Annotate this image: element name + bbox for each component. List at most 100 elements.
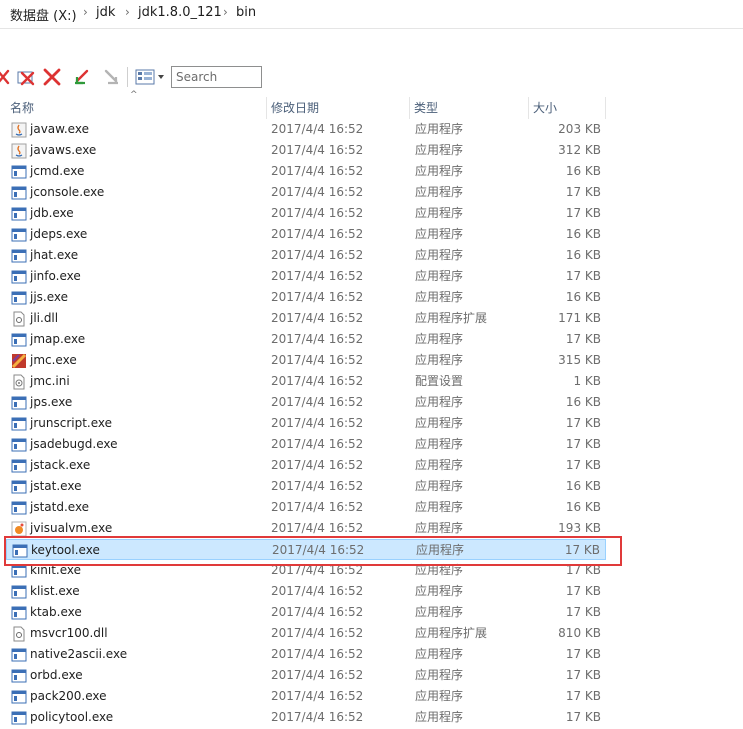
file-row[interactable]: jcmd.exe 2017/4/4 16:52 应用程序 16 KB (6, 161, 606, 182)
file-size: 16 KB (565, 479, 601, 493)
file-row[interactable]: jdb.exe 2017/4/4 16:52 应用程序 17 KB (6, 203, 606, 224)
file-date: 2017/4/4 16:52 (271, 311, 364, 325)
file-name: jps.exe (30, 395, 73, 409)
file-size: 17 KB (565, 437, 601, 451)
file-type: 应用程序扩展 (415, 311, 488, 325)
exe-icon (11, 269, 27, 285)
file-row-selected[interactable]: keytool.exe 2017/4/4 16:52 应用程序 17 KB (6, 539, 606, 560)
file-name: jstatd.exe (30, 500, 90, 514)
file-name: javaws.exe (30, 143, 97, 157)
file-row[interactable]: jmap.exe 2017/4/4 16:52 应用程序 17 KB (6, 329, 606, 350)
file-row[interactable]: native2ascii.exe 2017/4/4 16:52 应用程序 17 KB (6, 644, 606, 665)
file-size: 17 KB (565, 458, 601, 472)
undo-icon[interactable] (71, 66, 93, 88)
file-date: 2017/4/4 16:52 (271, 605, 364, 619)
file-row[interactable]: orbd.exe 2017/4/4 16:52 应用程序 17 KB (6, 665, 606, 686)
file-size: 17 KB (565, 332, 601, 346)
file-row[interactable]: msvcr100.dll 2017/4/4 16:52 应用程序扩展 810 KB (6, 623, 606, 644)
file-row[interactable]: jinfo.exe 2017/4/4 16:52 应用程序 17 KB (6, 266, 606, 287)
address-bar[interactable]: 数据盘 (X:) › jdk › jdk1.8.0_121 › bin (0, 0, 743, 29)
file-type: 应用程序 (416, 543, 465, 557)
column-header-type[interactable]: 类型 (410, 97, 528, 119)
file-size: 312 KB (558, 143, 601, 157)
exe-icon (11, 689, 27, 705)
file-date: 2017/4/4 16:52 (271, 248, 364, 262)
file-row[interactable]: jps.exe 2017/4/4 16:52 应用程序 16 KB (6, 392, 606, 413)
file-row[interactable]: jstatd.exe 2017/4/4 16:52 应用程序 16 KB (6, 497, 606, 518)
file-size: 17 KB (565, 269, 601, 283)
file-date: 2017/4/4 16:52 (271, 122, 364, 136)
file-type: 应用程序 (415, 584, 464, 598)
file-date: 2017/4/4 16:52 (271, 563, 364, 577)
file-type: 应用程序 (415, 164, 464, 178)
file-name: jrunscript.exe (30, 416, 113, 430)
file-size: 17 KB (565, 185, 601, 199)
file-size: 16 KB (565, 248, 601, 262)
file-row[interactable]: jjs.exe 2017/4/4 16:52 应用程序 16 KB (6, 287, 606, 308)
column-header-date[interactable]: 修改日期 (267, 97, 409, 119)
file-size: 17 KB (565, 206, 601, 220)
exe-icon (11, 185, 27, 201)
file-row[interactable]: jstack.exe 2017/4/4 16:52 应用程序 17 KB (6, 455, 606, 476)
java-icon (11, 143, 27, 159)
file-row[interactable]: jli.dll 2017/4/4 16:52 应用程序扩展 171 KB (6, 308, 606, 329)
file-size: 17 KB (565, 647, 601, 661)
file-name: jdeps.exe (30, 227, 88, 241)
column-header-size[interactable]: 大小 (529, 97, 605, 119)
file-name: pack200.exe (30, 689, 107, 703)
file-row[interactable]: jstat.exe 2017/4/4 16:52 应用程序 16 KB (6, 476, 606, 497)
file-row[interactable]: kinit.exe 2017/4/4 16:52 应用程序 17 KB (6, 560, 606, 581)
exe-icon (11, 206, 27, 222)
breadcrumb-separator: › (125, 5, 130, 19)
file-date: 2017/4/4 16:52 (271, 437, 364, 451)
file-row[interactable]: javaws.exe 2017/4/4 16:52 应用程序 312 KB (6, 140, 606, 161)
file-name: jmc.ini (30, 374, 70, 388)
breadcrumb-item-bin[interactable]: bin (236, 5, 256, 20)
file-name: jinfo.exe (30, 269, 81, 283)
file-row[interactable]: jsadebugd.exe 2017/4/4 16:52 应用程序 17 KB (6, 434, 606, 455)
file-size: 17 KB (565, 605, 601, 619)
file-type: 配置设置 (415, 374, 464, 388)
file-size: 193 KB (558, 521, 601, 535)
file-row[interactable]: jmc.ini 2017/4/4 16:52 配置设置 1 KB (6, 371, 606, 392)
file-date: 2017/4/4 16:52 (271, 395, 364, 409)
file-row[interactable]: jconsole.exe 2017/4/4 16:52 应用程序 17 KB (6, 182, 606, 203)
view-options-icon[interactable] (133, 66, 167, 88)
breadcrumb-item-drive[interactable]: 数据盘 (X:) (10, 5, 77, 24)
file-name: jdb.exe (30, 206, 74, 220)
exe-icon (11, 479, 27, 495)
file-size: 16 KB (565, 500, 601, 514)
file-type: 应用程序 (415, 206, 464, 220)
file-row[interactable]: jdeps.exe 2017/4/4 16:52 应用程序 16 KB (6, 224, 606, 245)
file-row[interactable]: jrunscript.exe 2017/4/4 16:52 应用程序 17 KB (6, 413, 606, 434)
file-row[interactable]: jmc.exe 2017/4/4 16:52 应用程序 315 KB (6, 350, 606, 371)
breadcrumb-item-jdk[interactable]: jdk (96, 5, 115, 20)
file-row[interactable]: jvisualvm.exe 2017/4/4 16:52 应用程序 193 KB (6, 518, 606, 539)
delete-red-icon[interactable] (41, 66, 63, 88)
file-row[interactable]: policytool.exe 2017/4/4 16:52 应用程序 17 KB (6, 707, 606, 728)
exe-icon (11, 437, 27, 453)
file-name: ktab.exe (30, 605, 82, 619)
file-name: jcmd.exe (30, 164, 85, 178)
file-name: native2ascii.exe (30, 647, 128, 661)
visualvm-icon (11, 521, 27, 537)
file-row[interactable]: ktab.exe 2017/4/4 16:52 应用程序 17 KB (6, 602, 606, 623)
column-header-name[interactable]: 名称 (6, 97, 266, 119)
search-input[interactable] (171, 66, 262, 88)
delete-icon[interactable] (15, 66, 37, 88)
file-date: 2017/4/4 16:52 (271, 227, 364, 241)
column-header: 名称 修改日期 类型 大小 (0, 97, 743, 119)
column-divider[interactable] (605, 97, 606, 119)
file-row[interactable]: jhat.exe 2017/4/4 16:52 应用程序 16 KB (6, 245, 606, 266)
file-row[interactable]: javaw.exe 2017/4/4 16:52 应用程序 203 KB (6, 119, 606, 140)
cut-icon[interactable] (0, 66, 14, 88)
file-row[interactable]: klist.exe 2017/4/4 16:52 应用程序 17 KB (6, 581, 606, 602)
exe-icon (11, 647, 27, 663)
file-type: 应用程序 (415, 143, 464, 157)
redo-disabled-icon[interactable] (100, 66, 122, 88)
file-name: policytool.exe (30, 710, 114, 724)
file-size: 16 KB (565, 164, 601, 178)
breadcrumb-item-jdk-version[interactable]: jdk1.8.0_121 (138, 5, 222, 20)
file-name: jstack.exe (30, 458, 91, 472)
file-row[interactable]: pack200.exe 2017/4/4 16:52 应用程序 17 KB (6, 686, 606, 707)
